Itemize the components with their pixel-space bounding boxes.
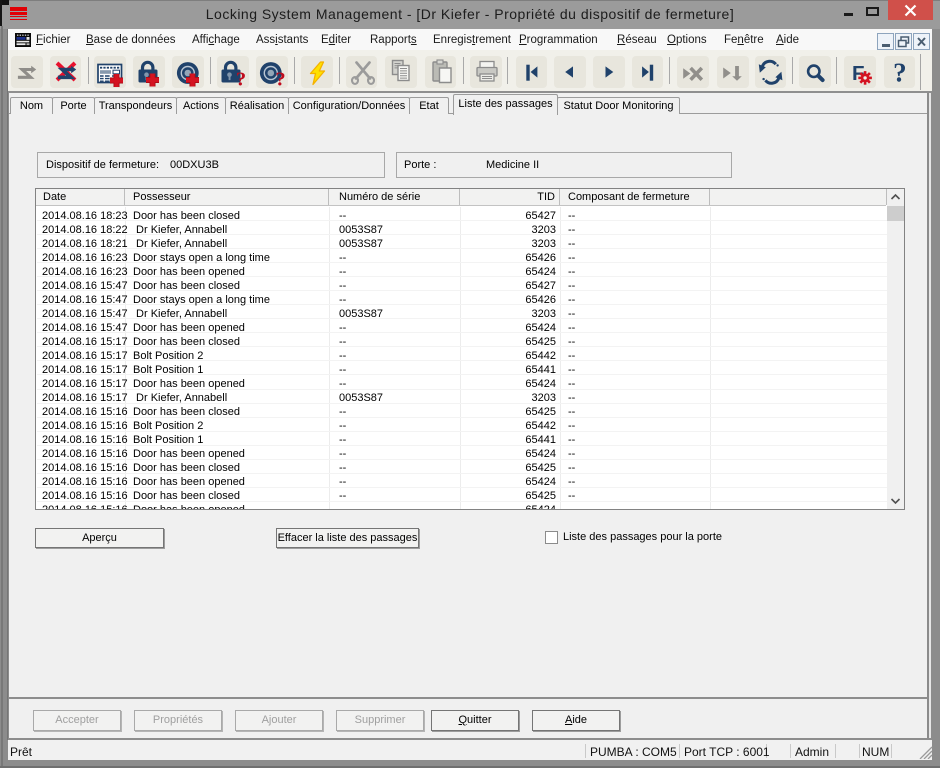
svg-text:?: ? (236, 68, 246, 88)
svg-text:?: ? (893, 57, 907, 87)
svg-text:?: ? (275, 68, 285, 88)
